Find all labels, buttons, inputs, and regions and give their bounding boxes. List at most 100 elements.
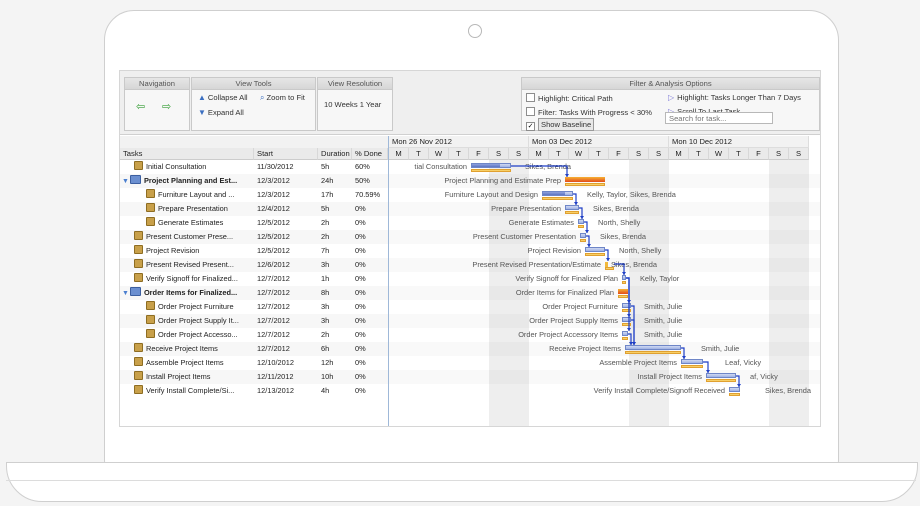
task-done-cell[interactable]: 0% bbox=[355, 202, 388, 216]
task-row[interactable]: Verify Signoff for Finalized... 12/7/2012… bbox=[120, 272, 388, 286]
task-name-cell[interactable]: Project Revision bbox=[134, 244, 252, 258]
task-name-cell[interactable]: ▼ Order Items for Finalized... bbox=[122, 286, 252, 300]
task-done-cell[interactable]: 0% bbox=[355, 286, 388, 300]
task-duration-cell[interactable]: 3h bbox=[321, 314, 353, 328]
task-name-cell[interactable]: Receive Project Items bbox=[134, 342, 252, 356]
task-done-cell[interactable]: 60% bbox=[355, 160, 388, 174]
forward-arrow-icon[interactable]: ⇨ bbox=[162, 100, 171, 113]
task-row[interactable]: Present Revised Present... 12/6/2012 3h 0% bbox=[120, 258, 388, 272]
filter-progress-checkbox[interactable] bbox=[526, 107, 535, 116]
collapse-toggle-icon[interactable]: ▼ bbox=[122, 175, 129, 188]
task-done-cell[interactable]: 50% bbox=[355, 174, 388, 188]
task-start-cell[interactable]: 12/7/2012 bbox=[257, 328, 317, 342]
task-duration-cell[interactable]: 2h bbox=[321, 230, 353, 244]
critical-path-checkbox[interactable] bbox=[526, 93, 535, 102]
task-row[interactable]: Verify Install Complete/Si... 12/13/2012 4… bbox=[120, 384, 388, 398]
task-done-cell[interactable]: 70.59% bbox=[355, 188, 388, 202]
task-row[interactable]: Present Customer Prese... 12/5/2012 2h 0% bbox=[120, 230, 388, 244]
task-row[interactable]: Prepare Presentation 12/4/2012 5h 0% bbox=[120, 202, 388, 216]
task-row[interactable]: Generate Estimates 12/5/2012 2h 0% bbox=[120, 216, 388, 230]
back-arrow-icon[interactable]: ⇦ bbox=[136, 100, 145, 113]
task-duration-cell[interactable]: 3h bbox=[321, 258, 353, 272]
task-duration-cell[interactable]: 4h bbox=[321, 384, 353, 398]
task-done-cell[interactable]: 0% bbox=[355, 300, 388, 314]
column-header-start[interactable]: Start bbox=[254, 148, 318, 160]
task-done-cell[interactable]: 0% bbox=[355, 342, 388, 356]
task-duration-cell[interactable]: 5h bbox=[321, 202, 353, 216]
search-task-input[interactable] bbox=[665, 112, 773, 124]
task-done-cell[interactable]: 0% bbox=[355, 230, 388, 244]
task-name-cell[interactable]: Verify Install Complete/Si... bbox=[134, 384, 252, 398]
task-done-cell[interactable]: 0% bbox=[355, 258, 388, 272]
task-duration-cell[interactable]: 2h bbox=[321, 328, 353, 342]
task-name-cell[interactable]: Order Project Supply It... bbox=[146, 314, 252, 328]
task-done-cell[interactable]: 0% bbox=[355, 314, 388, 328]
task-start-cell[interactable]: 12/3/2012 bbox=[257, 188, 317, 202]
task-start-cell[interactable]: 12/7/2012 bbox=[257, 314, 317, 328]
task-name-cell[interactable]: Verify Signoff for Finalized... bbox=[134, 272, 252, 286]
task-start-cell[interactable]: 12/5/2012 bbox=[257, 244, 317, 258]
view-resolution-options[interactable]: 10 Weeks 1 Year bbox=[324, 100, 381, 109]
task-duration-cell[interactable]: 7h bbox=[321, 244, 353, 258]
show-baseline-checkbox[interactable]: ✓ bbox=[526, 122, 535, 131]
task-name-cell[interactable]: Install Project Items bbox=[134, 370, 252, 384]
task-name-cell[interactable]: ▼ Project Planning and Est... bbox=[122, 174, 252, 188]
task-done-cell[interactable]: 0% bbox=[355, 328, 388, 342]
column-header-tasks[interactable]: Tasks bbox=[120, 148, 254, 160]
task-row[interactable]: Receive Project Items 12/7/2012 6h 0% bbox=[120, 342, 388, 356]
filter-progress-option[interactable]: Filter: Tasks With Progress < 30% bbox=[526, 107, 652, 117]
task-duration-cell[interactable]: 24h bbox=[321, 174, 353, 188]
task-duration-cell[interactable]: 12h bbox=[321, 356, 353, 370]
task-start-cell[interactable]: 12/6/2012 bbox=[257, 258, 317, 272]
collapse-toggle-icon[interactable]: ▼ bbox=[122, 287, 129, 300]
task-duration-cell[interactable]: 2h bbox=[321, 216, 353, 230]
task-done-cell[interactable]: 0% bbox=[355, 384, 388, 398]
task-duration-cell[interactable]: 10h bbox=[321, 370, 353, 384]
task-row[interactable]: Furniture Layout and ... 12/3/2012 17h 70.5… bbox=[120, 188, 388, 202]
task-name-cell[interactable]: Generate Estimates bbox=[146, 216, 252, 230]
show-baseline-option[interactable]: ✓ Show Baseline bbox=[526, 118, 595, 131]
task-duration-cell[interactable]: 3h bbox=[321, 300, 353, 314]
expand-all-button[interactable]: ▼ Expand All bbox=[198, 108, 244, 117]
highlight-long-tasks-option[interactable]: ▷ Highlight: Tasks Longer Than 7 Days bbox=[668, 93, 801, 102]
task-start-cell[interactable]: 11/30/2012 bbox=[257, 160, 317, 174]
task-duration-cell[interactable]: 6h bbox=[321, 342, 353, 356]
task-row[interactable]: ▼ Order Items for Finalized... 12/7/2012 8h… bbox=[120, 286, 388, 300]
task-start-cell[interactable]: 12/11/2012 bbox=[257, 370, 317, 384]
task-start-cell[interactable]: 12/7/2012 bbox=[257, 300, 317, 314]
task-start-cell[interactable]: 12/3/2012 bbox=[257, 174, 317, 188]
task-name-cell[interactable]: Assemble Project Items bbox=[134, 356, 252, 370]
task-name-cell[interactable]: Order Project Furniture bbox=[146, 300, 252, 314]
task-start-cell[interactable]: 12/5/2012 bbox=[257, 216, 317, 230]
task-row[interactable]: ▼ Project Planning and Est... 12/3/2012 24h… bbox=[120, 174, 388, 188]
task-done-cell[interactable]: 0% bbox=[355, 356, 388, 370]
task-name-cell[interactable]: Furniture Layout and ... bbox=[146, 188, 252, 202]
highlight-critical-path-option[interactable]: Highlight: Critical Path bbox=[526, 93, 613, 103]
task-start-cell[interactable]: 12/7/2012 bbox=[257, 286, 317, 300]
task-start-cell[interactable]: 12/13/2012 bbox=[257, 384, 317, 398]
task-done-cell[interactable]: 0% bbox=[355, 272, 388, 286]
column-header-done[interactable]: % Done bbox=[352, 148, 388, 160]
task-row[interactable]: Install Project Items 12/11/2012 10h 0% bbox=[120, 370, 388, 384]
task-duration-cell[interactable]: 8h bbox=[321, 286, 353, 300]
collapse-all-button[interactable]: ▲ Collapse All bbox=[198, 93, 248, 102]
task-duration-cell[interactable]: 1h bbox=[321, 272, 353, 286]
column-header-duration[interactable]: Duration bbox=[318, 148, 352, 160]
task-row[interactable]: Order Project Accesso... 12/7/2012 2h 0% bbox=[120, 328, 388, 342]
task-duration-cell[interactable]: 17h bbox=[321, 188, 353, 202]
task-start-cell[interactable]: 12/7/2012 bbox=[257, 272, 317, 286]
task-start-cell[interactable]: 12/7/2012 bbox=[257, 342, 317, 356]
task-duration-cell[interactable]: 5h bbox=[321, 160, 353, 174]
task-done-cell[interactable]: 0% bbox=[355, 244, 388, 258]
task-row[interactable]: Assemble Project Items 12/10/2012 12h 0% bbox=[120, 356, 388, 370]
task-done-cell[interactable]: 0% bbox=[355, 370, 388, 384]
task-row[interactable]: Order Project Supply It... 12/7/2012 3h 0% bbox=[120, 314, 388, 328]
task-name-cell[interactable]: Order Project Accesso... bbox=[146, 328, 252, 342]
task-start-cell[interactable]: 12/5/2012 bbox=[257, 230, 317, 244]
task-name-cell[interactable]: Present Revised Present... bbox=[134, 258, 252, 272]
task-done-cell[interactable]: 0% bbox=[355, 216, 388, 230]
task-start-cell[interactable]: 12/4/2012 bbox=[257, 202, 317, 216]
task-row[interactable]: Initial Consultation 11/30/2012 5h 60% bbox=[120, 160, 388, 174]
task-row[interactable]: Project Revision 12/5/2012 7h 0% bbox=[120, 244, 388, 258]
task-name-cell[interactable]: Initial Consultation bbox=[134, 160, 252, 174]
